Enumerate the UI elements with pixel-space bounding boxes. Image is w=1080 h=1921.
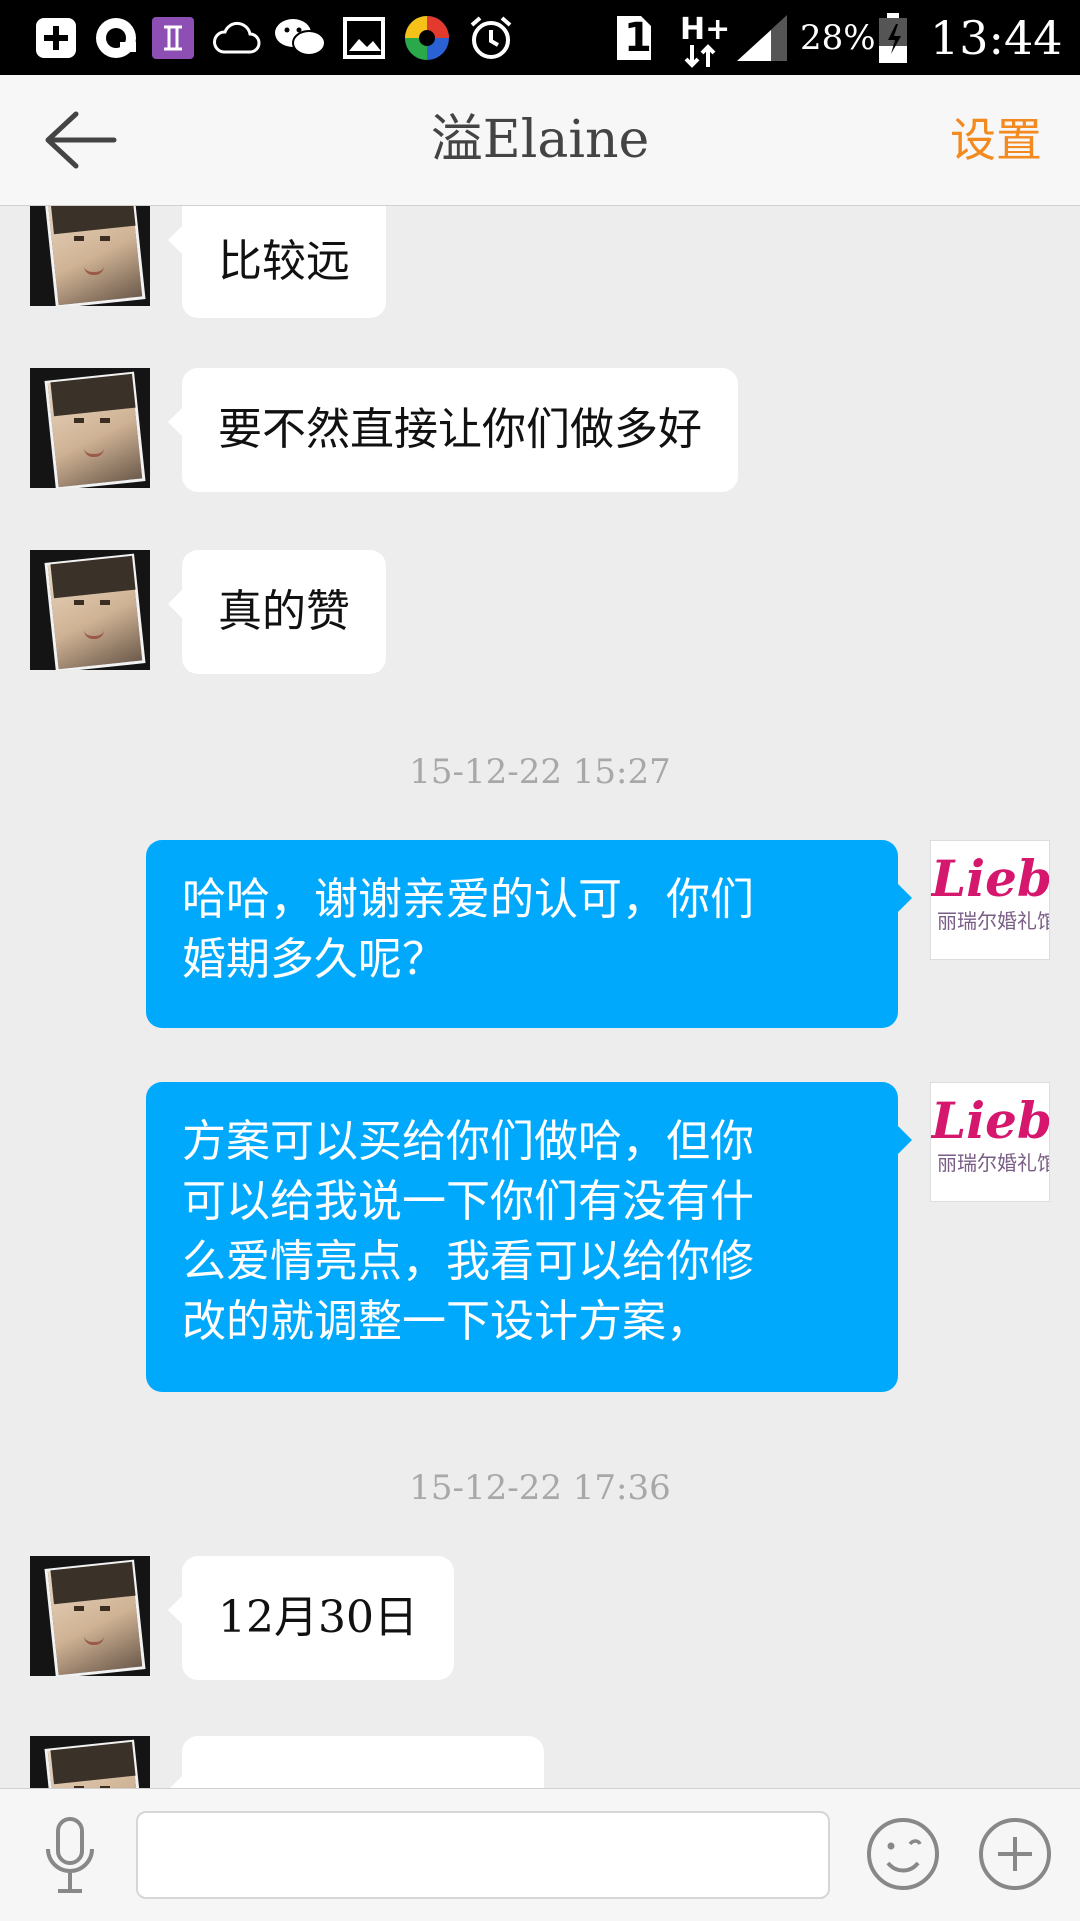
outgoing-message-bubble[interactable]: 哈哈，谢谢亲爱的认可，你们 婚期多久呢？ — [146, 840, 912, 1028]
contact-avatar[interactable] — [30, 206, 150, 306]
smiley-icon — [867, 1818, 939, 1890]
message-line: 方案可以买给你们做哈，但你 — [182, 1116, 754, 1167]
avatar-brand-subtext: 丽瑞尔婚礼馆 — [937, 1151, 1050, 1175]
network-icon — [680, 42, 724, 70]
more-options-button[interactable] — [972, 1811, 1058, 1897]
incoming-message-bubble[interactable]: 要不然直接让你们做多好 — [168, 368, 738, 492]
incoming-message-bubble[interactable]: 比较远 — [168, 206, 386, 318]
outgoing-message-bubble[interactable]: 方案可以买给你们做哈，但你 可以给我说一下你们有没有什 么爱情亮点，我看可以给你… — [146, 1082, 912, 1392]
contact-avatar[interactable] — [30, 368, 150, 488]
clock: 13:44 — [930, 11, 1063, 65]
self-avatar[interactable]: Liebe 丽瑞尔婚礼馆 — [930, 1082, 1050, 1202]
message-line: 哈哈，谢谢亲爱的认可，你们 — [182, 874, 754, 925]
message-line: 可以给我说一下你们有没有什 — [182, 1176, 754, 1227]
contact-avatar[interactable] — [30, 550, 150, 670]
gemini-icon — [148, 10, 198, 66]
message-text-input[interactable] — [136, 1811, 830, 1899]
message-input-bar — [0, 1788, 1080, 1921]
alarm-icon — [464, 10, 518, 66]
contact-name-title: 溢Elaine — [430, 110, 650, 170]
battery-icon — [876, 10, 910, 66]
incoming-message-bubble[interactable]: 12月30日 — [168, 1556, 454, 1680]
message-timestamp: 15-12-22 17:36 — [409, 1468, 671, 1508]
plus-circle-icon — [979, 1818, 1051, 1890]
signal-icon — [734, 10, 790, 66]
wechat-icon — [272, 10, 328, 66]
contact-avatar[interactable] — [30, 1556, 150, 1676]
sim-slot-number: 1 — [624, 15, 652, 61]
contact-avatar[interactable] — [30, 1736, 150, 1788]
avatar-brand-text: Liebe — [931, 1091, 1050, 1150]
chat-header: 溢Elaine 设置 — [0, 75, 1080, 206]
emoji-button[interactable] — [860, 1811, 946, 1897]
add-box-icon — [30, 10, 82, 66]
message-line: 改的就调整一下设计方案， — [182, 1296, 710, 1347]
incoming-message-bubble[interactable]: 真的赞 — [168, 550, 386, 674]
qq-icon — [90, 10, 142, 66]
incoming-message-bubble[interactable]: … — [168, 1736, 544, 1788]
message-line: 婚期多久呢？ — [182, 934, 446, 985]
gallery-icon — [338, 10, 390, 66]
message-line: 么爱情亮点，我看可以给你修 — [182, 1236, 754, 1287]
self-avatar[interactable]: Liebe 丽瑞尔婚礼馆 — [930, 840, 1050, 960]
settings-button[interactable]: 设置 — [950, 75, 1042, 205]
status-bar: 1 H+ 28% 13:44 — [0, 0, 1080, 75]
avatar-brand-text: Liebe — [931, 849, 1050, 908]
cloud-icon — [208, 10, 264, 66]
message-timestamp: 15-12-22 15:27 — [409, 752, 671, 792]
avatar-brand-subtext: 丽瑞尔婚礼馆 — [937, 909, 1050, 933]
voice-input-button[interactable] — [32, 1813, 108, 1897]
microphone-icon — [46, 1817, 94, 1893]
battery-percent: 28% — [800, 18, 876, 58]
message-list[interactable]: 比较远 要不然直接让你们做多好 真的赞 15-12-22 15:27 哈哈，谢谢… — [0, 206, 1080, 1788]
pinwheel-icon — [400, 10, 454, 66]
